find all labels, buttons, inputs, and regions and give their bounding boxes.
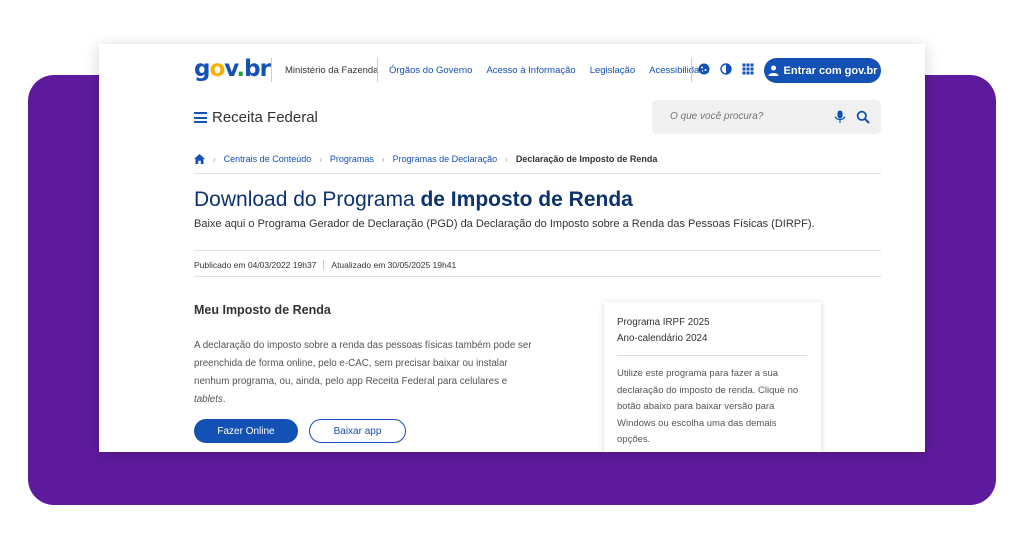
breadcrumb: › Centrais de Conteúdo › Programas › Pro… (194, 152, 657, 166)
header-divider (271, 58, 272, 82)
top-bar: gov.br Ministério da Fazenda Órgãos do G… (99, 44, 925, 96)
header-divider (377, 58, 378, 82)
chevron-right-icon: › (213, 154, 216, 164)
section-text-emphasis: tablets (194, 394, 223, 405)
logo-dot: . (236, 56, 245, 82)
login-govbr-button[interactable]: Entrar com gov.br (764, 58, 881, 83)
side-program-name: Programa IRPF 2025 (617, 317, 710, 328)
publish-info: Publicado em 04/03/2022 19h37 Atualizado… (194, 260, 456, 270)
divider (194, 173, 881, 174)
search-icon[interactable] (856, 110, 870, 124)
search-box (652, 100, 881, 134)
user-icon (768, 65, 779, 76)
logo-letter-b: b (244, 56, 261, 82)
chevron-right-icon: › (505, 154, 508, 164)
divider (617, 355, 807, 356)
contrast-icon[interactable] (720, 63, 732, 75)
logo-letter-o: o (209, 56, 225, 82)
side-calendar-year: Ano-calendário 2024 (617, 333, 708, 344)
side-panel-title: Programa IRPF 2025 Ano-calendário 2024 (617, 315, 710, 347)
top-links: Órgãos do Governo Acesso à Informação Le… (389, 65, 710, 76)
meta-divider (323, 260, 325, 270)
login-label: Entrar com gov.br (783, 64, 878, 77)
link-acesso-informacao[interactable]: Acesso à Informação (486, 65, 575, 76)
microphone-icon[interactable] (834, 110, 846, 124)
header-divider (691, 58, 692, 82)
link-legislacao[interactable]: Legislação (590, 65, 635, 76)
breadcrumb-item-programas[interactable]: Programas (330, 154, 374, 164)
ministry-name: Ministério da Fazenda (285, 65, 379, 76)
irpf-program-panel: Programa IRPF 2025 Ano-calendário 2024 U… (604, 302, 821, 452)
breadcrumb-item-programas-declaracao[interactable]: Programas de Declaração (393, 154, 498, 164)
breadcrumb-item-centrais[interactable]: Centrais de Conteúdo (224, 154, 312, 164)
logo-letter-g: g (194, 56, 211, 82)
breadcrumb-current: Declaração de Imposto de Renda (515, 154, 658, 164)
link-orgaos-governo[interactable]: Órgãos do Governo (389, 65, 472, 76)
govbr-logo[interactable]: gov.br (194, 55, 271, 83)
apps-grid-icon[interactable] (742, 63, 754, 75)
page-subtitle: Baixe aqui o Programa Gerador de Declara… (194, 218, 815, 230)
browser-page-card: gov.br Ministério da Fazenda Órgãos do G… (99, 44, 925, 452)
logo-letter-v: v (224, 56, 237, 82)
fazer-online-button[interactable]: Fazer Online (194, 419, 298, 443)
site-name[interactable]: Receita Federal (212, 109, 318, 126)
hamburger-menu-icon[interactable] (194, 112, 207, 123)
logo-letter-r: r (259, 56, 271, 82)
chevron-right-icon: › (381, 154, 385, 164)
divider (194, 250, 881, 251)
side-panel-text: Utilize este programa para fazer a sua d… (617, 368, 799, 445)
page-title: Download do Programa de Imposto de Renda (194, 188, 633, 212)
section-text-end: . (222, 394, 226, 405)
section-text: A declaração do imposto sobre a renda da… (194, 337, 539, 409)
section-title: Meu Imposto de Renda (194, 303, 331, 317)
search-input[interactable] (670, 111, 820, 122)
section-text-body: A declaração do imposto sobre a renda da… (194, 340, 532, 387)
screenshot-stage: gov.br Ministério da Fazenda Órgãos do G… (0, 0, 1024, 536)
home-icon[interactable] (194, 154, 205, 164)
divider (194, 276, 881, 277)
page-title-regular: Download do Programa (194, 188, 421, 211)
baixar-app-button[interactable]: Baixar app (309, 419, 406, 443)
page-title-bold: de Imposto de Renda (420, 188, 633, 211)
published-date: Publicado em 04/03/2022 19h37 (194, 260, 317, 270)
chevron-right-icon: › (319, 154, 322, 164)
top-icons (698, 63, 754, 75)
cookie-icon[interactable] (698, 63, 710, 75)
updated-date: Atualizado em 30/05/2025 19h41 (331, 260, 457, 270)
